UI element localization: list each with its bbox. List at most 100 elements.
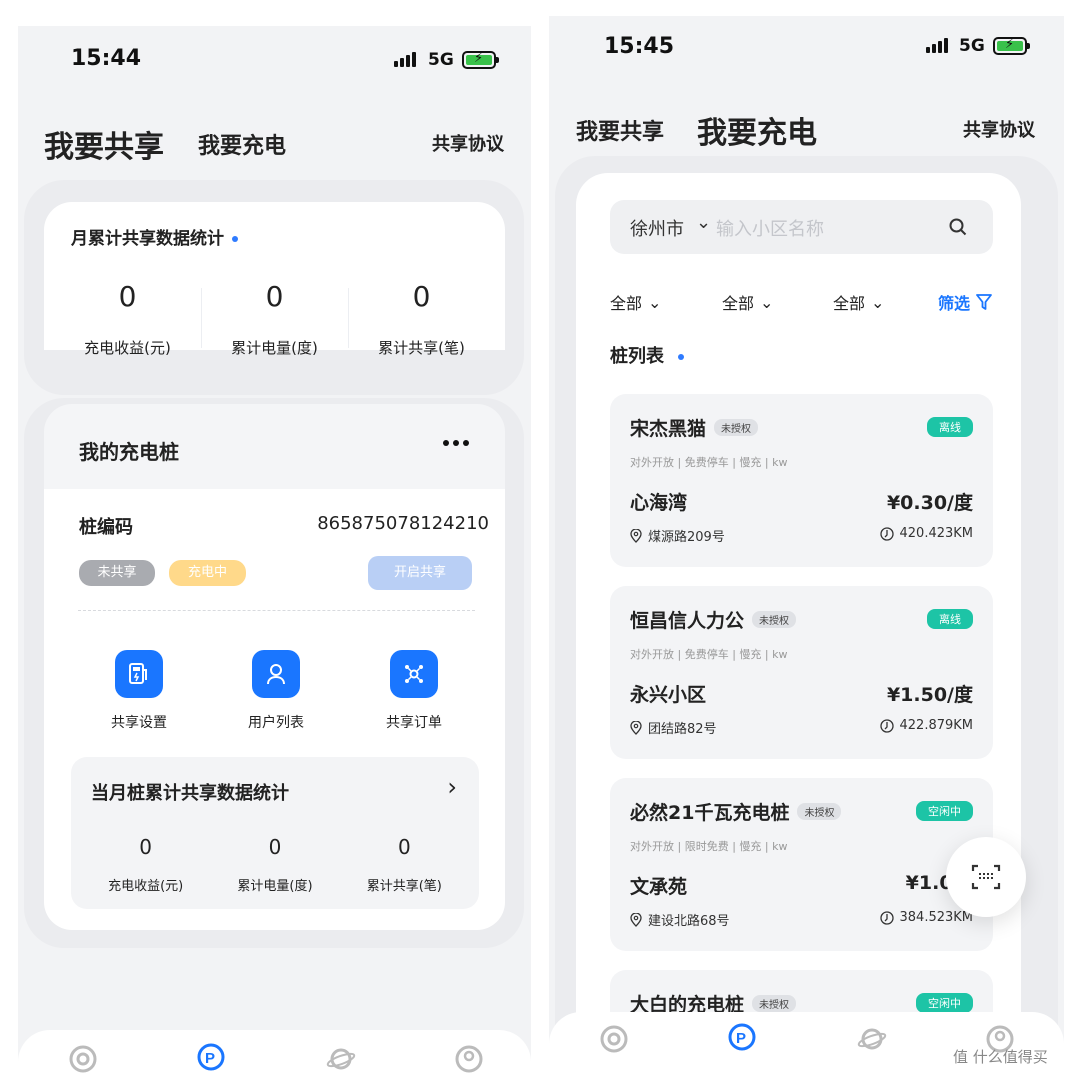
nav-profile-icon[interactable] [454, 1044, 484, 1074]
bottom-nav: P 值 什么值得买 [549, 1012, 1064, 1080]
pile-distance: 420.423KM [879, 526, 973, 541]
filter-label: 全部 [833, 294, 866, 313]
right-screen: 15:45 5G 我要共享 我要充电 共享协议 徐州市 ⌄ 输入小区名称 全部 ⌄… [549, 16, 1064, 1080]
action-label[interactable]: 共享订单 [364, 712, 464, 732]
divider [201, 288, 202, 348]
watermark: 值 什么值得买 [953, 1048, 1048, 1066]
my-piles-body: 桩编码 865875078124210 未共享 充电中 开启共享 共享设置 用户… [44, 489, 505, 930]
status-badge: 离线 [927, 609, 973, 629]
stat-value: 0 [412, 280, 431, 313]
tab-share[interactable]: 我要共享 [44, 122, 164, 166]
open-share-button[interactable]: 开启共享 [368, 556, 472, 590]
nav-share-icon[interactable]: P [196, 1042, 226, 1072]
nav-target-icon[interactable] [599, 1024, 629, 1054]
stat-label: 累计共享(笔) [366, 879, 442, 894]
action-label[interactable]: 用户列表 [226, 712, 326, 732]
search-icon[interactable] [949, 218, 967, 236]
stat-value: 0 [268, 835, 282, 859]
filter-dropdown-2[interactable]: 全部 ⌄ [722, 290, 773, 314]
pile-meta: 对外开放 | 免费停车 | 慢充 | kw [630, 648, 788, 661]
pile-place: 永兴小区 [630, 684, 707, 706]
distance-icon [879, 910, 894, 925]
filter-label: 筛选 [938, 294, 971, 313]
tab-charge[interactable]: 我要充电 [198, 128, 286, 160]
tab-share[interactable]: 我要共享 [576, 114, 664, 146]
svg-text:P: P [205, 1050, 215, 1067]
stat-label: 累计电量(度) [237, 879, 313, 894]
nav-share-icon[interactable]: P [727, 1022, 757, 1052]
more-dots-icon[interactable] [443, 440, 469, 446]
signal-icon [394, 52, 416, 67]
title-dot [678, 354, 684, 360]
chevron-down-icon: ⌄ [760, 292, 774, 312]
search-input[interactable]: 输入小区名称 [716, 215, 824, 241]
pile-meta: 对外开放 | 免费停车 | 慢充 | kw [630, 456, 788, 469]
battery-icon [993, 37, 1030, 55]
scan-icon [971, 864, 1001, 890]
filter-dropdown-1[interactable]: 全部 ⌄ [610, 290, 661, 314]
chevron-right-icon[interactable]: › [447, 773, 457, 801]
pile-name: 宋杰黑猫 未授权 [630, 414, 759, 441]
tag-charging: 充电中 [169, 560, 246, 586]
stat-shares: 0 累计共享(笔) [340, 835, 469, 894]
scan-button[interactable] [946, 837, 1026, 917]
chevron-down-icon: ⌄ [871, 292, 885, 312]
network-label: 5G [959, 36, 985, 56]
city-select[interactable]: 徐州市 [630, 215, 684, 241]
stat-energy: 0 累计电量(度) [210, 835, 339, 894]
tab-charge[interactable]: 我要充电 [697, 108, 817, 152]
status-badge: 离线 [927, 417, 973, 437]
stat-label: 充电收益(元) [108, 879, 184, 894]
monthly-stats-title: 月累计共享数据统计 [71, 224, 238, 249]
pile-code-value: 865875078124210 [317, 513, 489, 534]
status-bar: 15:45 5G [549, 16, 1064, 76]
monthly-stats-card: 月累计共享数据统计 0 充电收益(元) 0 累计电量(度) 0 累计共享(笔) [44, 202, 505, 357]
pile-address: 煤源路209号 [630, 526, 725, 545]
monthly-stats-row: 0 充电收益(元) 0 累计电量(度) 0 累计共享(笔) [54, 280, 495, 358]
monthly-pile-stats-card[interactable]: 当月桩累计共享数据统计 › 0 充电收益(元) 0 累计电量(度) 0 累计共享(笔) [71, 757, 479, 909]
nav-planet-icon[interactable] [857, 1024, 887, 1054]
pile-place: 心海湾 [630, 492, 688, 514]
pile-card[interactable]: 恒昌信人力公 未授权 离线 对外开放 | 免费停车 | 慢充 | kw 永兴小区 … [610, 586, 993, 759]
my-piles-title: 我的充电桩 [79, 440, 179, 464]
charger-settings-icon[interactable] [115, 650, 163, 698]
location-pin-icon [630, 528, 642, 543]
action-label[interactable]: 共享设置 [89, 712, 189, 732]
status-bar: 15:44 5G [18, 26, 531, 86]
nav-target-icon[interactable] [68, 1044, 98, 1074]
nav-planet-icon[interactable] [326, 1044, 356, 1074]
user-icon[interactable] [252, 650, 300, 698]
stat-income: 0 充电收益(元) [81, 835, 210, 894]
sub-stats-title: 当月桩累计共享数据统计 [91, 783, 289, 804]
filter-label: 全部 [722, 294, 755, 313]
agreement-link[interactable]: 共享协议 [963, 116, 1035, 142]
signal-icon [926, 38, 948, 53]
charge-panel: 徐州市 ⌄ 输入小区名称 全部 ⌄ 全部 ⌄ 全部 ⌄ 筛选 桩列表 宋杰黑猫 未授权 … [576, 173, 1021, 1080]
share-order-icon[interactable] [390, 650, 438, 698]
stat-value: 0 [265, 280, 284, 313]
filter-button[interactable]: 筛选 [938, 290, 992, 314]
stat-value: 0 [397, 835, 411, 859]
pile-address: 团结路82号 [630, 718, 717, 737]
agreement-link[interactable]: 共享协议 [432, 130, 504, 156]
status-time: 15:45 [604, 34, 675, 59]
pile-card[interactable]: 必然21千瓦充电桩 未授权 空闲中 对外开放 | 限时免费 | 慢充 | kw 文… [610, 778, 993, 951]
stat-label: 累计共享(笔) [378, 339, 465, 357]
stat-label: 充电收益(元) [84, 339, 171, 357]
auth-badge: 未授权 [752, 611, 797, 628]
status-badge: 空闲中 [916, 801, 973, 821]
stat-energy: 0 累计电量(度) [201, 280, 348, 358]
stat-shares: 0 累计共享(笔) [348, 280, 495, 358]
pile-card[interactable]: 宋杰黑猫 未授权 离线 对外开放 | 免费停车 | 慢充 | kw 心海湾 ¥0.… [610, 394, 993, 567]
auth-badge: 未授权 [714, 419, 759, 436]
stat-value: 0 [139, 835, 153, 859]
title-dot [232, 236, 238, 242]
filter-dropdown-3[interactable]: 全部 ⌄ [833, 290, 884, 314]
distance-icon [879, 526, 894, 541]
pile-distance: 422.879KM [879, 718, 973, 733]
distance-icon [879, 718, 894, 733]
search-bar: 徐州市 ⌄ 输入小区名称 [610, 200, 993, 254]
chevron-down-icon[interactable]: ⌄ [696, 212, 711, 233]
chevron-down-icon: ⌄ [648, 292, 662, 312]
battery-icon [462, 51, 499, 69]
